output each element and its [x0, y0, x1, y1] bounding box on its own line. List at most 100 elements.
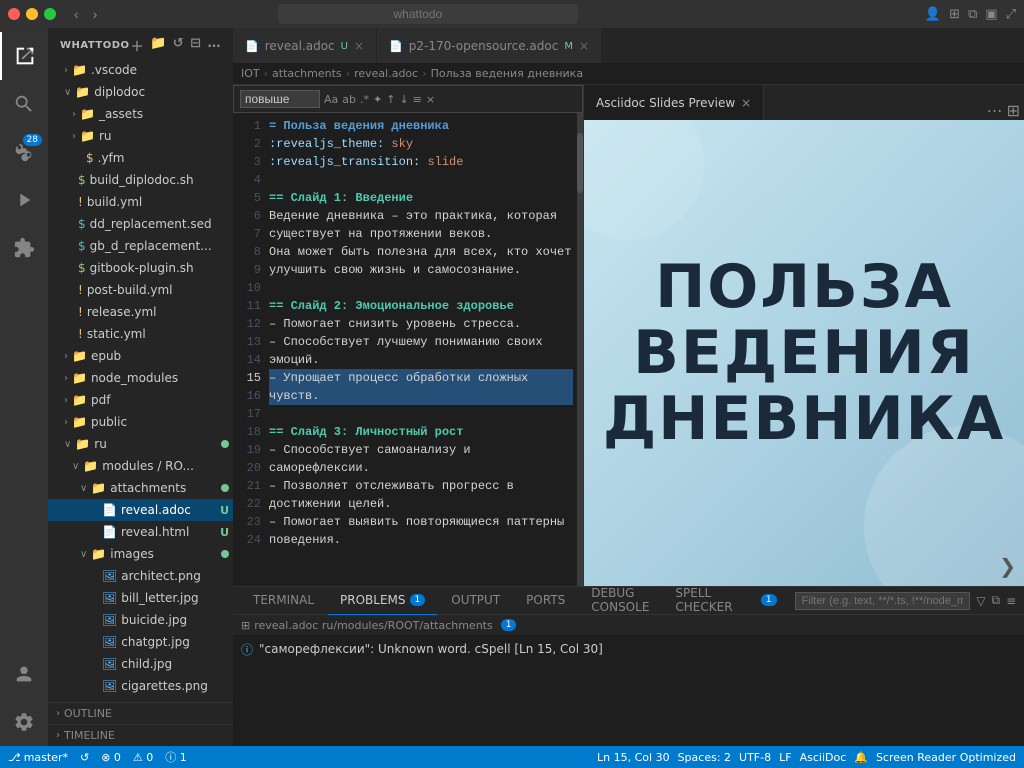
preview-layout-icon[interactable]: ⊞ — [1007, 101, 1020, 120]
tab-reveal-adoc-close[interactable]: × — [354, 39, 364, 53]
tree-item-static[interactable]: !static.yml — [48, 323, 233, 345]
breadcrumb-attachments[interactable]: attachments — [272, 67, 342, 80]
preview-next-icon[interactable]: ❯ — [999, 554, 1016, 578]
case-sensitive-icon[interactable]: Aa — [324, 93, 338, 106]
status-branch[interactable]: ⎇ master* — [8, 751, 68, 764]
split-icon[interactable]: ⧉ — [968, 7, 977, 22]
find-input[interactable] — [240, 90, 320, 108]
back-button[interactable]: ‹ — [70, 4, 83, 24]
tree-item-reveal-html[interactable]: 📄reveal.html U — [48, 521, 233, 543]
more-icon[interactable]: … — [208, 36, 222, 55]
tree-item-public[interactable]: ›📁public — [48, 411, 233, 433]
activity-run[interactable] — [0, 176, 48, 224]
tree-item-gitbook-sh[interactable]: $gitbook-plugin.sh — [48, 257, 233, 279]
preview-tab-close[interactable]: × — [741, 96, 751, 110]
outline-section[interactable]: › OUTLINE — [48, 702, 233, 724]
account-icon[interactable]: 👤 — [925, 7, 941, 22]
status-screen-reader[interactable]: Screen Reader Optimized — [876, 751, 1016, 764]
match-case-icon[interactable]: ✦ — [373, 93, 382, 106]
panel-tab-problems[interactable]: PROBLEMS 1 — [328, 587, 437, 615]
tree-item-yfm[interactable]: $.yfm — [48, 147, 233, 169]
status-info[interactable]: ⓘ 1 — [165, 749, 187, 765]
panel-tab-debug[interactable]: DEBUG CONSOLE — [579, 587, 661, 615]
status-spaces[interactable]: Spaces: 2 — [678, 751, 731, 764]
preview-more-icon[interactable]: ⋯ — [987, 101, 1003, 120]
tree-item-architect[interactable]: 🖼architect.png — [48, 565, 233, 587]
collapse-panel-icon[interactable]: ⧉ — [992, 593, 1001, 608]
status-language[interactable]: AsciiDoc — [800, 751, 847, 764]
tree-item-ru-sub[interactable]: ›📁ru — [48, 125, 233, 147]
activity-explorer[interactable] — [0, 32, 48, 80]
tree-item-gb-replacement[interactable]: $gb_d_replacement... — [48, 235, 233, 257]
refresh-icon[interactable]: ↺ — [173, 36, 184, 55]
tree-item-child[interactable]: 🖼child.jpg — [48, 653, 233, 675]
activity-settings[interactable] — [0, 698, 48, 746]
tree-item-chatgpt[interactable]: 🖼chatgpt.jpg — [48, 631, 233, 653]
tree-item-post-build[interactable]: !post-build.yml — [48, 279, 233, 301]
timeline-section[interactable]: › TIMELINE — [48, 724, 233, 746]
panel-tab-terminal[interactable]: TERMINAL — [241, 587, 326, 615]
tree-item-assets[interactable]: ›📁_assets — [48, 103, 233, 125]
tree-item-buicide[interactable]: 🖼buicide.jpg — [48, 609, 233, 631]
code-editor[interactable]: 1 2 3 4 5 6 7 8 9 10 11 12 13 14 — [233, 113, 583, 586]
collapse-icon[interactable]: ⊟ — [190, 36, 201, 55]
fullscreen-icon[interactable]: ⤢ — [1006, 7, 1016, 22]
activity-extensions[interactable] — [0, 224, 48, 272]
breadcrumb-reveal[interactable]: reveal.adoc — [354, 67, 418, 80]
activity-search[interactable] — [0, 80, 48, 128]
preview-tab[interactable]: Asciidoc Slides Preview × — [584, 85, 764, 120]
status-warnings[interactable]: ⚠ 0 — [133, 751, 153, 764]
tree-item-epub[interactable]: ›📁epub — [48, 345, 233, 367]
tree-item-ru[interactable]: ∨📁ru — [48, 433, 233, 455]
new-folder-icon[interactable]: 📁 — [150, 36, 167, 55]
breadcrumb-iot[interactable]: IOT — [241, 67, 260, 80]
tree-item-node-modules[interactable]: ›📁node_modules — [48, 367, 233, 389]
tree-item-vscode[interactable]: ›📁.vscode — [48, 59, 233, 81]
panel-icon[interactable]: ▣ — [985, 7, 997, 22]
branch-name: master* — [24, 751, 68, 764]
new-file-icon[interactable]: ＋ — [130, 36, 144, 55]
close-button[interactable] — [8, 8, 20, 20]
tree-item-diplodoc[interactable]: ∨📁diplodoc — [48, 81, 233, 103]
spell-checker-tab[interactable]: SPELL CHECKER 1 — [663, 587, 788, 615]
tree-item-build-sh[interactable]: $build_diplodoc.sh — [48, 169, 233, 191]
tree-item-release[interactable]: !release.yml — [48, 301, 233, 323]
tree-item-images[interactable]: ∨📁images — [48, 543, 233, 565]
tree-item-modules[interactable]: ∨📁modules / RO... — [48, 455, 233, 477]
prev-match-icon[interactable]: ↑ — [386, 93, 395, 106]
clear-panel-icon[interactable]: ≡ — [1006, 594, 1016, 608]
tab-p2-170-close[interactable]: × — [579, 39, 589, 53]
panel-tab-ports[interactable]: PORTS — [514, 587, 577, 615]
maximize-button[interactable] — [44, 8, 56, 20]
activity-source-control[interactable]: 28 — [0, 128, 48, 176]
status-bell-icon[interactable]: 🔔 — [854, 751, 868, 764]
status-errors[interactable]: ⊗ 0 — [101, 751, 121, 764]
minimize-button[interactable] — [26, 8, 38, 20]
tree-item-build-yml[interactable]: !build.yml — [48, 191, 233, 213]
status-sync[interactable]: ↺ — [80, 751, 89, 764]
tree-item-reveal-adoc[interactable]: 📄reveal.adoc U — [48, 499, 233, 521]
forward-button[interactable]: › — [89, 4, 102, 24]
status-encoding[interactable]: UTF-8 — [739, 751, 771, 764]
activity-account[interactable] — [0, 650, 48, 698]
tree-item-cigarettes[interactable]: 🖼cigarettes.png — [48, 675, 233, 697]
tree-item-pdf[interactable]: ›📁pdf — [48, 389, 233, 411]
tab-reveal-adoc[interactable]: 📄 reveal.adoc U × — [233, 28, 377, 63]
panel-filter-input[interactable] — [795, 592, 971, 610]
tree-item-dd-replacement[interactable]: $dd_replacement.sed — [48, 213, 233, 235]
tree-item-attachments[interactable]: ∨📁attachments — [48, 477, 233, 499]
search-bar[interactable] — [278, 4, 578, 24]
layout-icon[interactable]: ⊞ — [949, 7, 960, 22]
panel-tab-output[interactable]: OUTPUT — [439, 587, 512, 615]
filter-icon[interactable]: ▽ — [976, 594, 985, 608]
next-match-icon[interactable]: ↓ — [399, 93, 408, 106]
select-all-icon[interactable]: ≡ — [413, 93, 422, 106]
whole-word-icon[interactable]: ab — [342, 93, 356, 106]
close-find-icon[interactable]: × — [426, 93, 435, 106]
tree-item-bill-letter[interactable]: 🖼bill_letter.jpg — [48, 587, 233, 609]
tab-p2-170[interactable]: 📄 p2-170-opensource.adoc M × — [377, 28, 602, 63]
status-ln-col[interactable]: Ln 15, Col 30 — [597, 751, 670, 764]
breadcrumb-section[interactable]: Польза ведения дневника — [431, 67, 583, 80]
status-eol[interactable]: LF — [779, 751, 791, 764]
regex-icon[interactable]: .* — [360, 93, 369, 106]
